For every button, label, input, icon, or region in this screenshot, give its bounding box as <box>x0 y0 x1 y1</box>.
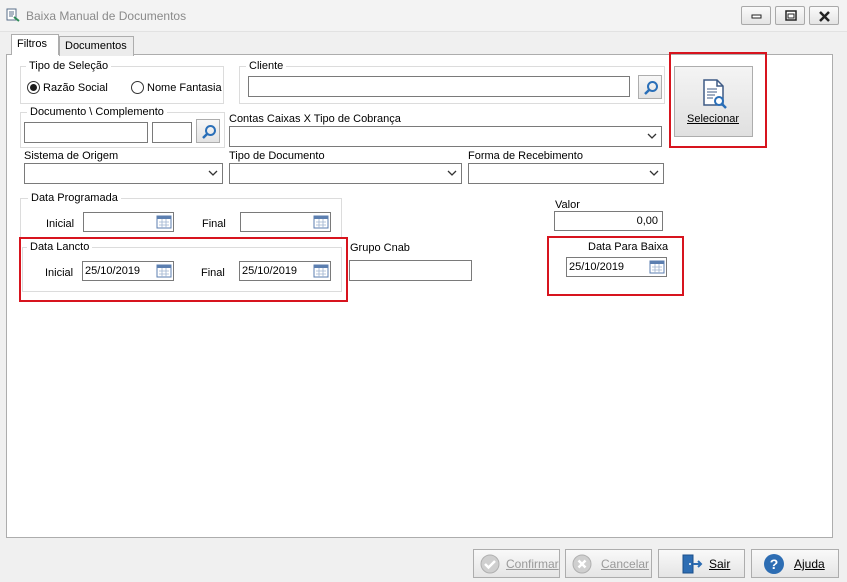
calendar-icon[interactable] <box>156 215 172 229</box>
documento-label: Documento \ Complemento <box>27 106 167 118</box>
contas-caixas-select[interactable] <box>229 126 662 147</box>
svg-text:?: ? <box>770 556 779 572</box>
confirmar-button[interactable]: Confirmar <box>473 549 560 578</box>
ajuda-label: Ajuda <box>794 557 825 571</box>
cliente-search-button[interactable] <box>638 75 662 99</box>
data-lancto-inicial-value: 25/10/2019 <box>85 265 141 277</box>
documento-search-button[interactable] <box>196 119 220 143</box>
restore-icon <box>785 10 797 21</box>
window-title: Baixa Manual de Documentos <box>26 9 187 23</box>
data-lancto-inicial-input[interactable]: 25/10/2019 <box>82 261 174 281</box>
forma-recebimento-label: Forma de Recebimento <box>468 150 583 162</box>
tipo-documento-label: Tipo de Documento <box>229 150 325 162</box>
chevron-down-icon <box>447 170 457 176</box>
data-programada-final-input[interactable] <box>240 212 331 232</box>
close-button[interactable] <box>809 6 839 25</box>
grupo-cnab-input[interactable] <box>349 260 472 281</box>
confirmar-label: Confirmar <box>506 557 559 571</box>
radio-razao-social-label[interactable]: Razão Social <box>43 82 108 94</box>
search-icon <box>202 125 216 139</box>
tipo-selecao-label: Tipo de Seleção <box>26 60 112 72</box>
search-icon <box>644 81 658 95</box>
app-icon <box>6 8 20 22</box>
help-icon: ? <box>764 554 784 574</box>
sistema-origem-select[interactable] <box>24 163 223 184</box>
exit-door-icon <box>682 554 703 574</box>
data-para-baixa-label: Data Para Baixa <box>588 241 669 253</box>
valor-label: Valor <box>555 199 580 211</box>
chevron-down-icon <box>208 170 218 176</box>
data-lancto-final-input[interactable]: 25/10/2019 <box>239 261 331 281</box>
tab-filtros[interactable]: Filtros <box>11 34 59 55</box>
data-programada-inicial-label: Inicial <box>46 218 75 230</box>
radio-razao-social[interactable] <box>27 81 40 94</box>
check-icon <box>480 554 500 574</box>
complemento-input[interactable] <box>152 122 192 143</box>
data-lancto-final-value: 25/10/2019 <box>242 265 298 277</box>
cancelar-button[interactable]: Cancelar <box>565 549 652 578</box>
data-lancto-inicial-label: Inicial <box>45 267 74 279</box>
documento-input[interactable] <box>24 122 148 143</box>
data-lancto-final-label: Final <box>201 267 225 279</box>
selecionar-label: Selecionar <box>687 113 739 125</box>
cancel-icon <box>572 554 592 574</box>
minimize-icon <box>751 14 762 19</box>
ajuda-button[interactable]: ? Ajuda <box>751 549 839 578</box>
document-search-icon <box>703 79 727 109</box>
data-programada-inicial-input[interactable] <box>83 212 174 232</box>
cancelar-label: Cancelar <box>601 557 650 571</box>
contas-caixas-label: Contas Caixas X Tipo de Cobrança <box>229 113 401 125</box>
calendar-icon[interactable] <box>156 264 172 278</box>
tipo-documento-select[interactable] <box>229 163 462 184</box>
valor-input[interactable]: 0,00 <box>554 211 663 231</box>
minimize-button[interactable] <box>741 6 771 25</box>
selecionar-button[interactable]: Selecionar <box>674 66 753 137</box>
tab-documentos[interactable]: Documentos <box>59 36 134 56</box>
sistema-origem-label: Sistema de Origem <box>24 150 119 162</box>
data-para-baixa-input[interactable]: 25/10/2019 <box>566 257 667 277</box>
cliente-label: Cliente <box>246 60 287 72</box>
data-programada-final-label: Final <box>202 218 226 230</box>
forma-recebimento-select[interactable] <box>468 163 664 184</box>
calendar-icon[interactable] <box>313 215 329 229</box>
maximize-button[interactable] <box>775 6 805 25</box>
chevron-down-icon <box>647 133 657 139</box>
sair-label: Sair <box>709 557 731 571</box>
cliente-input[interactable] <box>248 76 630 97</box>
grupo-cnab-label: Grupo Cnab <box>350 242 410 254</box>
radio-nome-fantasia-label[interactable]: Nome Fantasia <box>147 82 222 94</box>
sair-button[interactable]: Sair <box>658 549 745 578</box>
calendar-icon[interactable] <box>313 264 329 278</box>
close-icon <box>819 11 830 22</box>
calendar-icon[interactable] <box>649 260 665 274</box>
radio-nome-fantasia[interactable] <box>131 81 144 94</box>
data-para-baixa-value: 25/10/2019 <box>569 261 625 273</box>
chevron-down-icon <box>649 170 659 176</box>
data-programada-label: Data Programada <box>28 192 121 204</box>
